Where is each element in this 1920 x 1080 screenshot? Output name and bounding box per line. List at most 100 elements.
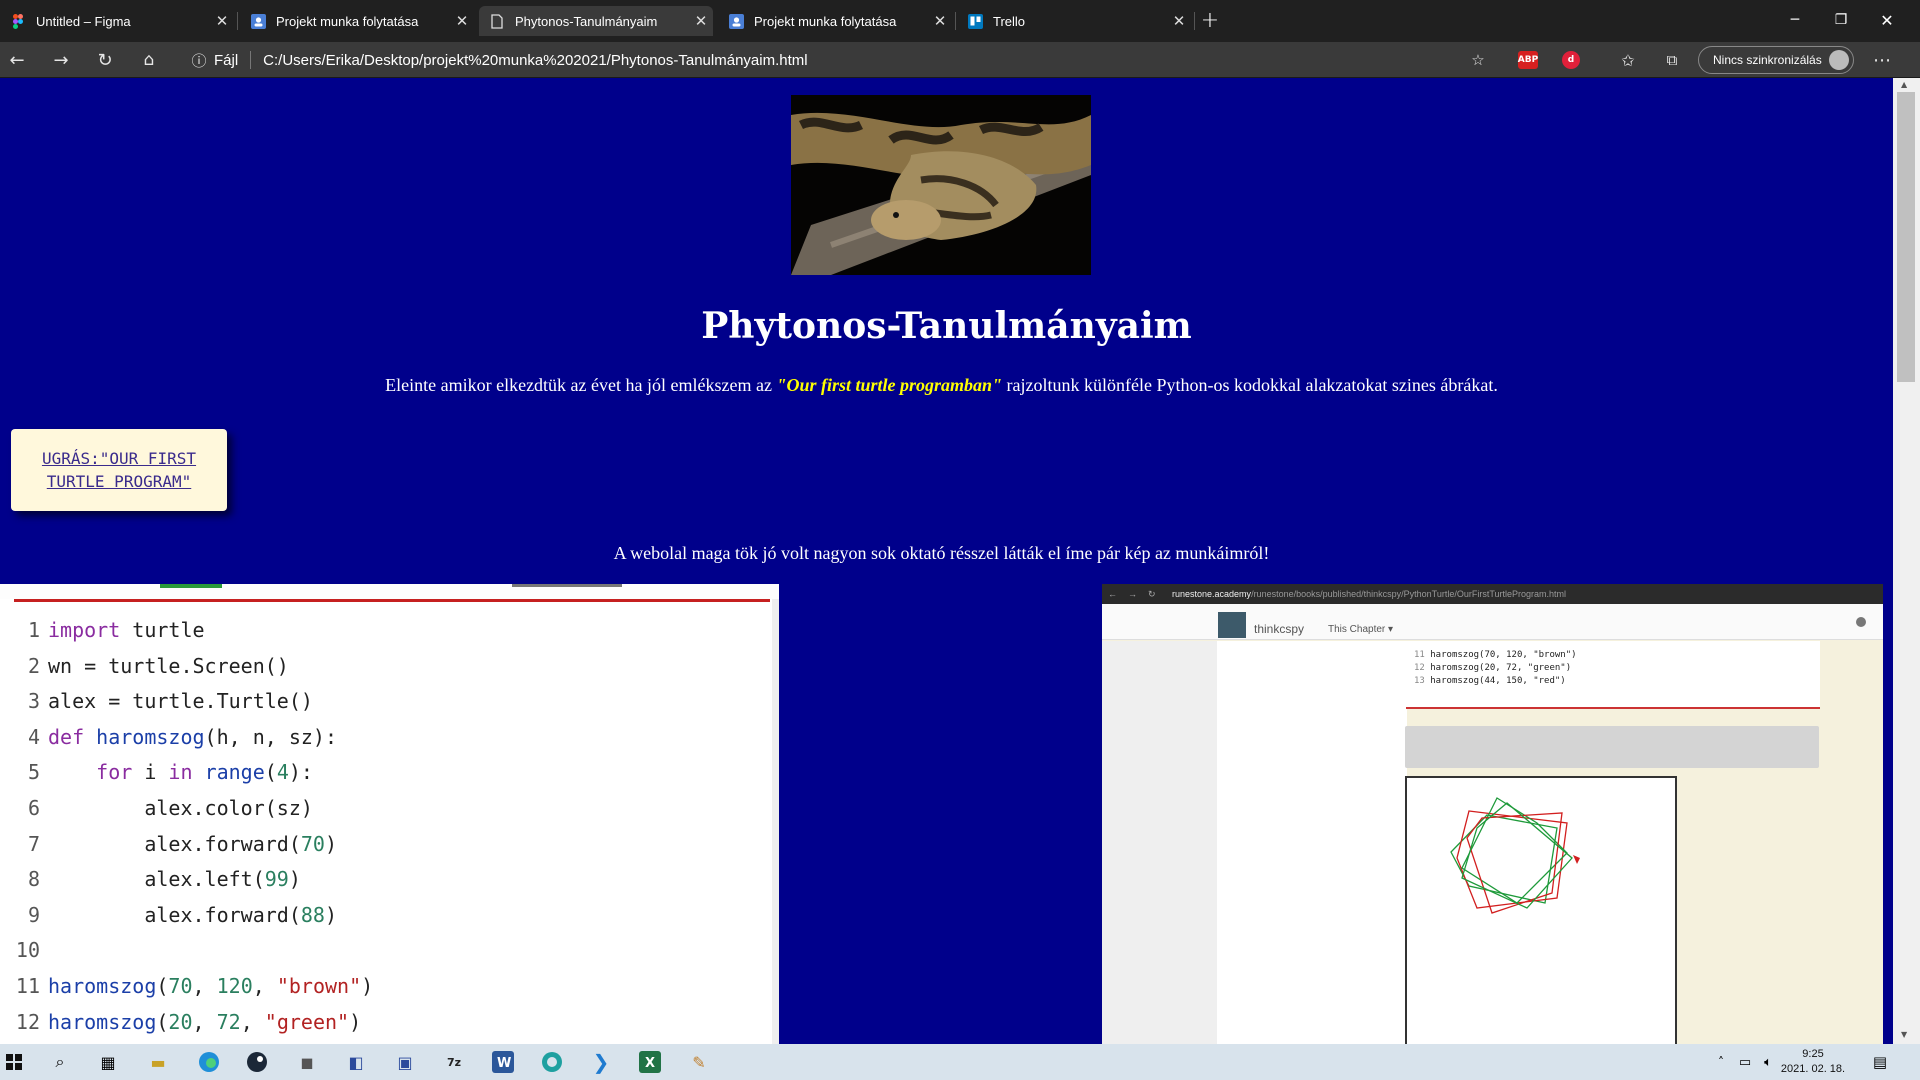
clock-date: 2021. 02. 18.	[1780, 1063, 1846, 1075]
forward-icon: →	[1128, 589, 1137, 599]
favorites-icon[interactable]: ✩	[1612, 44, 1644, 76]
excel-icon[interactable]: X	[636, 1048, 664, 1076]
tab-label: Trello	[993, 13, 1026, 29]
game-bar-icon[interactable]: ◼	[293, 1048, 321, 1076]
line-number: 13	[1414, 676, 1425, 686]
turtle-arrow	[1573, 855, 1580, 864]
line-number: 1	[27, 618, 40, 642]
url-text[interactable]: C:/Users/Erika/Desktop/projekt%20munka%2…	[263, 52, 807, 69]
edge-icon[interactable]	[195, 1048, 223, 1076]
code-text: import turtle	[48, 618, 205, 642]
close-window-icon[interactable]: ✕	[1864, 0, 1910, 40]
tab-label: Projekt munka folytatása	[276, 13, 419, 29]
restore-icon[interactable]: ❐	[1818, 0, 1864, 40]
line-number: 8	[27, 867, 40, 892]
new-tab-icon[interactable]: +	[1187, 0, 1233, 40]
paint-icon[interactable]: ✎	[685, 1048, 713, 1076]
run-button-edge	[160, 584, 222, 588]
runestone-url-bar: ← → ↻ runestone.academy/runestone/books/…	[1102, 584, 1883, 604]
home-icon[interactable]: ⌂	[133, 44, 165, 76]
tab-trello[interactable]: Trello ✕	[957, 6, 1191, 36]
user-icon	[1856, 617, 1866, 627]
line-number: 10	[15, 938, 40, 963]
line-number: 7	[27, 831, 40, 856]
close-icon[interactable]: ✕	[689, 12, 713, 30]
code-text: alex.forward(70)	[48, 831, 338, 856]
code-text: haromszog(44, 150, "red")	[1430, 676, 1566, 686]
system-clock[interactable]: 9:25 2021. 02. 18.	[1780, 1047, 1846, 1077]
page-title: Phytonos-Tanulmányaim	[701, 305, 1192, 347]
line-number: 11	[1414, 650, 1425, 660]
scrollbar-thumb[interactable]	[1897, 92, 1915, 382]
scroll-up-icon[interactable]: ▲	[1901, 80, 1907, 89]
scroll-down-icon[interactable]: ▼	[1901, 1030, 1907, 1039]
clock-time: 9:25	[1802, 1048, 1824, 1060]
line-number: 5	[27, 760, 40, 785]
search-icon[interactable]: ⌕	[46, 1048, 74, 1076]
runestone-path: /runestone/books/published/thinkcspy/Pyt…	[1251, 589, 1567, 599]
runestone-screenshot: ← → ↻ runestone.academy/runestone/books/…	[1102, 584, 1883, 1044]
vscode-icon[interactable]: ❯	[587, 1048, 615, 1076]
editor-toolbar	[0, 584, 779, 599]
code-line: 10	[0, 932, 48, 968]
minimize-icon[interactable]: ─	[1772, 0, 1818, 40]
start-icon[interactable]	[0, 1048, 28, 1076]
line-number: 2	[27, 653, 40, 678]
code-line: 7 alex.forward(70)	[0, 826, 337, 862]
collections-icon[interactable]: ⧉	[1656, 44, 1688, 76]
volume-icon[interactable]: 🔈︎	[1754, 1048, 1782, 1076]
address-bar[interactable]: Fájl C:/Users/Erika/Desktop/projekt%20mu…	[214, 42, 808, 78]
close-icon[interactable]: ✕	[928, 12, 952, 30]
tab-projekt-2[interactable]: Projekt munka folytatása ✕	[718, 6, 952, 36]
thinkcspy-logo	[1218, 612, 1246, 638]
back-icon[interactable]: ←	[1, 44, 33, 76]
intro-text-end: rajzoltunk különféle Python-os kodokkal …	[1002, 375, 1498, 395]
runestone-code-line: 12 haromszog(20, 72, "green")	[1414, 663, 1571, 673]
sync-profile-button[interactable]: Nincs szinkronizálás	[1698, 46, 1854, 74]
notifications-icon[interactable]: ▤	[1866, 1048, 1894, 1076]
trello-icon	[967, 13, 983, 29]
code-text: alex.forward(88)	[48, 902, 338, 927]
adblock-label: ABP	[1517, 55, 1539, 65]
code-line: 5 for i in range(4):	[0, 754, 313, 790]
chapter-menu-label: This Chapter	[1328, 624, 1386, 635]
code-text: alex = turtle.Turtle()	[48, 689, 313, 714]
extension-d-icon[interactable]: d	[1562, 51, 1580, 69]
seven-zip-icon[interactable]: 7z	[440, 1048, 468, 1076]
toolbar-edge	[512, 584, 622, 587]
task-view-icon[interactable]: ▦	[94, 1048, 122, 1076]
file-explorer-icon[interactable]: ▬	[144, 1048, 172, 1076]
line-number: 12	[1414, 663, 1425, 673]
add-favorite-icon[interactable]: ☆	[1462, 44, 1494, 76]
save-disk-icon[interactable]: ▣	[391, 1048, 419, 1076]
app-circle-icon[interactable]	[538, 1048, 566, 1076]
code-screenshot: 1 import turtle 2 wn = turtle.Screen() 3 alex…	[0, 584, 779, 1044]
line-number: 9	[27, 902, 40, 927]
jump-link-button[interactable]: UGRÁS:"OUR FIRST TURTLE PROGRAM"	[11, 429, 227, 511]
page-scrollbar[interactable]: ▲ ▼	[1893, 78, 1920, 1044]
svg-text:W: W	[497, 1056, 511, 1071]
more-menu-icon[interactable]: ⋯	[1866, 44, 1898, 76]
outlook-icon[interactable]: ◧	[342, 1048, 370, 1076]
refresh-icon: ↻	[1148, 588, 1156, 599]
tab-phytonos[interactable]: Phytonos-Tanulmányaim ✕	[479, 6, 713, 36]
intro-text-start: Eleinte amikor elkezdtük az évet ha jól …	[385, 375, 777, 395]
tab-figma[interactable]: Untitled – Figma ✕	[0, 6, 234, 36]
code-line: 3 alex = turtle.Turtle()	[0, 683, 313, 719]
code-text: alex.color(sz)	[48, 796, 313, 820]
info-icon[interactable]: ⓘ	[183, 44, 215, 76]
steam-icon[interactable]	[243, 1048, 271, 1076]
refresh-icon[interactable]: ↻	[89, 44, 121, 76]
close-icon[interactable]: ✕	[210, 12, 234, 30]
word-icon[interactable]: W	[489, 1048, 517, 1076]
website-paragraph: A webolal maga tök jó volt nagyon sok ok…	[613, 543, 1270, 563]
adblock-icon[interactable]: ABP	[1518, 51, 1538, 69]
line-number: 4	[27, 724, 40, 749]
tab-projekt-1[interactable]: Projekt munka folytatása ✕	[240, 6, 474, 36]
close-icon[interactable]: ✕	[450, 12, 474, 30]
code-text: haromszog(20, 72, "green")	[1430, 663, 1572, 673]
code-line: 9 alex.forward(88)	[0, 897, 337, 933]
tab-bar: Untitled – Figma ✕ Projekt munka folytat…	[0, 0, 1920, 42]
forward-icon[interactable]: →	[45, 44, 77, 76]
runestone-left-pane	[1217, 641, 1407, 1044]
